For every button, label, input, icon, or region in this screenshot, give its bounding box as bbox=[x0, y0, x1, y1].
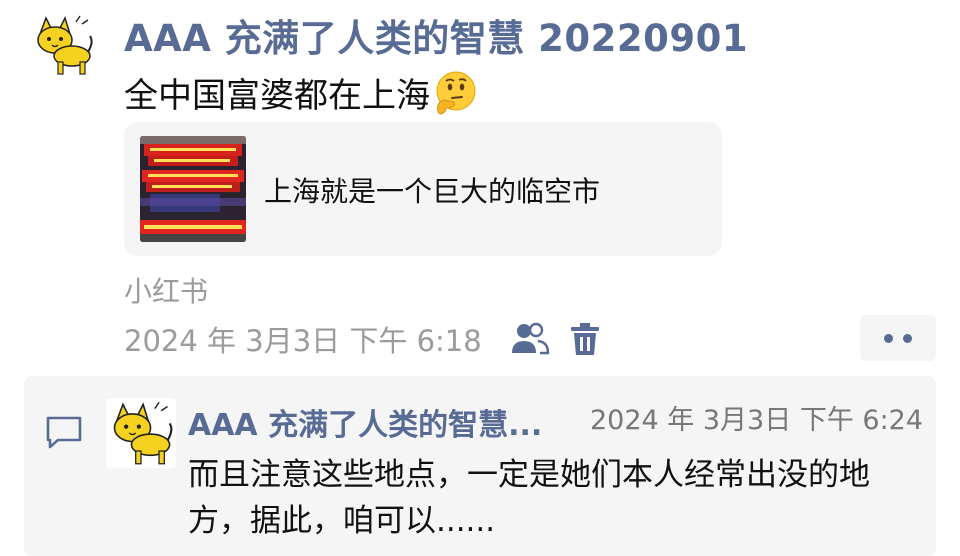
more-dots-icon bbox=[903, 333, 912, 343]
link-card[interactable]: 上海就是一个巨大的临空市 bbox=[124, 122, 722, 256]
comment-timestamp: 2024 年 3月3日 下午 6:24 bbox=[590, 405, 924, 436]
more-button[interactable] bbox=[860, 315, 936, 361]
comment-text: 而且注意这些地点，一定是她们本人经常出没的地方，据此，咱可以...... bbox=[188, 457, 870, 539]
link-title: 上海就是一个巨大的临空市 bbox=[264, 175, 601, 208]
thinking-face-emoji-icon bbox=[436, 71, 476, 115]
author-name[interactable]: AAA 充满了人类的智慧 20220901 bbox=[124, 8, 748, 62]
trash-icon[interactable] bbox=[568, 321, 602, 357]
post-timestamp: 2024 年 3月3日 下午 6:18 bbox=[124, 324, 482, 358]
commenter-name[interactable]: AAA 充满了人类的智慧... bbox=[188, 400, 580, 444]
link-thumbnail bbox=[140, 136, 246, 242]
cat-avatar-icon bbox=[37, 15, 93, 75]
friends-visibility-icon bbox=[512, 322, 550, 355]
commenter-avatar[interactable] bbox=[106, 398, 176, 468]
banner-photo-image bbox=[140, 136, 246, 242]
author-avatar[interactable] bbox=[30, 12, 96, 78]
comment-icon bbox=[46, 416, 82, 449]
post-source[interactable]: 小红书 bbox=[124, 270, 208, 310]
cat-avatar-icon bbox=[113, 401, 173, 465]
more-dots-icon bbox=[884, 333, 893, 343]
post-text-content: 全中国富婆都在上海 bbox=[124, 76, 430, 116]
post-text: 全中国富婆都在上海 bbox=[124, 68, 478, 117]
